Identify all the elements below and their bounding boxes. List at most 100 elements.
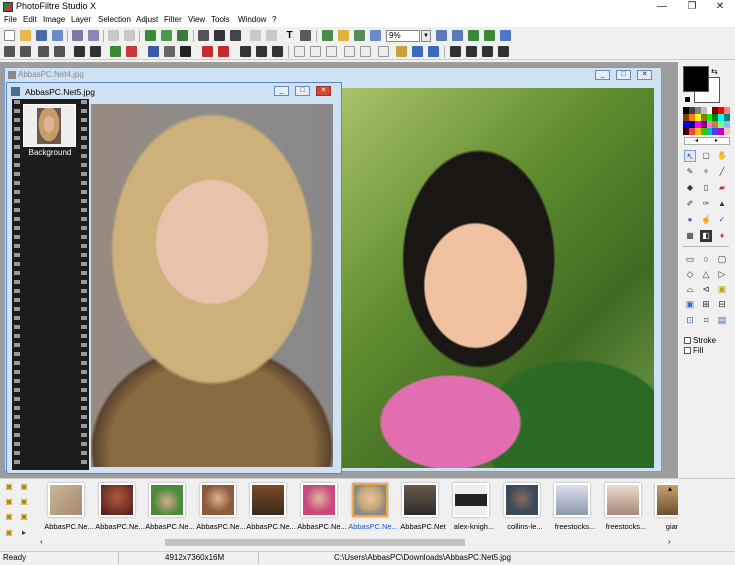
menu-selection[interactable]: Selection [98,15,131,24]
tile-horizontal-icon[interactable] [466,46,477,57]
menu-filter[interactable]: Filter [164,15,182,24]
back-close-button[interactable]: ✕ [637,70,652,80]
brightness-down-icon[interactable] [54,46,65,57]
gamma-up-icon[interactable] [148,46,159,57]
reset-colors-icon[interactable] [684,96,691,103]
smudge-tool-icon[interactable]: ☝ [700,214,712,226]
rotate-icon[interactable] [250,30,261,41]
fill-bucket-tool-icon[interactable]: ◆ [684,182,696,194]
maximize-button[interactable]: ❐ [677,0,707,14]
brightness-up-icon[interactable] [38,46,49,57]
menu-window[interactable]: Window [238,15,266,24]
grid-icon[interactable] [272,46,283,57]
triangle-shape-icon[interactable]: △ [700,268,712,280]
contrast-down-icon[interactable] [90,46,101,57]
shape-diamond-icon[interactable] [344,46,355,57]
pattern-tool-icon[interactable]: ▦ [684,230,696,242]
polygon-shape-icon[interactable]: ⊲ [700,283,712,295]
undo-icon[interactable] [108,30,119,41]
menu-adjust[interactable]: Adjust [136,15,158,24]
arrange-icon[interactable] [498,46,509,57]
thumbnail-item[interactable]: AbbasPC.Ne... [95,483,145,537]
auto-contrast-icon[interactable] [20,46,31,57]
browser-more-icon[interactable]: ▸ [19,528,29,538]
zoom-out-icon[interactable] [452,30,463,41]
minimize-button[interactable]: — [647,0,677,14]
line-tool-icon[interactable]: ╱ [716,166,728,178]
color-palette[interactable] [683,107,730,135]
magic-wand-tool-icon[interactable]: ✧ [700,166,712,178]
scroll-left-arrow-icon[interactable]: ‹ [40,537,43,546]
shape-polygon-icon[interactable] [378,46,389,57]
thumbnail-item[interactable]: gian-c [651,483,678,537]
palette-right-arrow-icon[interactable]: ▸ [715,138,718,144]
lasso-shape-icon[interactable]: ⌓ [684,283,696,295]
close-button[interactable]: ✕ [705,0,735,14]
sharpen-tool-icon[interactable]: ✓ [716,214,728,226]
eyedropper-tool-icon[interactable]: ✎ [684,166,696,178]
zoom-dropdown-button[interactable]: ▼ [421,30,431,42]
menu-view[interactable]: View [188,15,205,24]
browser-up-folder-icon[interactable]: ▣ [19,482,29,492]
thumbnail-item[interactable]: AbbasPC.Net [398,483,448,537]
ellipse-shape-icon[interactable]: ○ [700,253,712,265]
selection-tool-icon[interactable]: ▢ [700,150,712,162]
shape-triangle-icon[interactable] [326,46,337,57]
mask-icon[interactable] [354,30,365,41]
front-minimize-button[interactable]: _ [274,86,289,96]
copy-icon[interactable] [161,30,172,41]
full-screen-icon[interactable] [500,30,511,41]
swap-colors-icon[interactable]: ⇆ [711,67,718,76]
menu-image[interactable]: Image [43,15,65,24]
scroll-right-arrow-icon[interactable]: › [668,537,671,546]
palette-color-swatch[interactable] [724,121,730,128]
image-browser-icon[interactable] [370,30,381,41]
shape-ellipse-icon[interactable] [310,46,321,57]
foreground-color-swatch[interactable] [683,66,709,92]
save-icon[interactable] [36,30,47,41]
rounded-rect-shape-icon[interactable]: ▢ [716,253,728,265]
document-title-front[interactable]: AbbasPC.Net5.jpg [25,87,95,97]
open-folder-icon[interactable] [20,30,31,41]
browser-folder-icon[interactable]: ▣ [4,482,14,492]
front-close-button[interactable]: ✕ [316,86,331,96]
stroke-checkbox[interactable] [684,337,691,344]
right-triangle-shape-icon[interactable]: ▷ [716,268,728,280]
thumbnail-item[interactable]: AbbasPC.Ne... [44,483,94,537]
thumbnail-item[interactable]: freestocks... [601,483,651,537]
auto-level-icon[interactable] [4,46,15,57]
selection-expand-icon[interactable]: ⌗ [700,314,712,326]
zoom-in-icon[interactable] [436,30,447,41]
thumbnail-item[interactable]: AbbasPC.Ne... [145,483,195,537]
thumbnail-item[interactable]: AbbasPC.Ne... [196,483,246,537]
effects-icon[interactable] [338,30,349,41]
cascade-icon[interactable] [482,46,493,57]
sticker-icon[interactable] [396,46,407,57]
plugin-icon[interactable] [428,46,439,57]
menu-edit[interactable]: Edit [23,15,37,24]
menu-tools[interactable]: Tools [211,15,230,24]
browser-scrollbar-thumb[interactable] [165,539,465,546]
eraser-tool-icon[interactable]: ▰ [716,182,728,194]
sharpen-icon[interactable] [202,46,213,57]
invert-selection-icon[interactable]: ⊞ [700,298,712,310]
back-minimize-button[interactable]: _ [595,70,610,80]
flip-icon[interactable] [266,30,277,41]
save-as-icon[interactable] [52,30,63,41]
browser-explore-icon[interactable]: ▣ [19,512,29,522]
clone-tool-icon[interactable]: ◧ [700,230,712,242]
saturation-up-icon[interactable] [110,46,121,57]
browser-scroll-up-icon[interactable]: ▴ [668,484,672,493]
thumbnail-item-selected[interactable]: AbbasPC.Ne... [348,483,398,537]
frame-icon[interactable] [240,46,251,57]
palette-color-swatch[interactable] [724,114,730,121]
transform-icon[interactable] [300,30,311,41]
shape-arrow-icon[interactable] [360,46,371,57]
browser-open-icon[interactable]: ▣ [4,512,14,522]
blur-tool-icon[interactable]: ● [684,214,696,226]
front-maximize-button[interactable]: □ [295,86,310,96]
layer-icon[interactable] [322,30,333,41]
palette-scrollbar[interactable]: ◂ ▸ [684,137,730,145]
palette-color-swatch[interactable] [724,107,730,114]
blur-icon[interactable] [218,46,229,57]
